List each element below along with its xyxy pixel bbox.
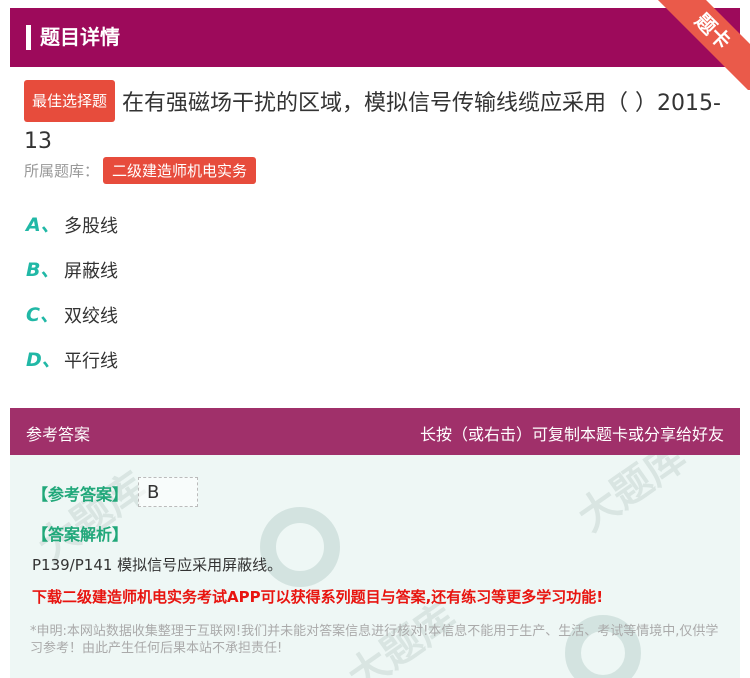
header-bar: 题目详情: [10, 8, 740, 67]
source-tag[interactable]: 二级建造师机电实务: [103, 157, 257, 184]
option-text: 平行线: [64, 351, 118, 372]
answer-body: 大题库 大题库 大题库 【参考答案】 B 【答案解析】 P139/P141 模拟…: [10, 455, 740, 678]
app-promo-link[interactable]: 下载二级建造师机电实务考试APP可以获得系列题目与答案,还有练习等更多学习功能!: [32, 586, 603, 607]
watermark-text: 大题库: [569, 455, 695, 541]
source-label: 所属题库：: [24, 162, 100, 180]
question-text: 在有强磁场干扰的区域，模拟信号传输线缆应采用（ ）2015-13: [24, 91, 721, 154]
option-text: 双绞线: [64, 306, 118, 327]
answer-value: B: [138, 477, 198, 507]
share-hint: 长按（或右击）可复制本题卡或分享给好友: [419, 425, 724, 444]
option-letter: B、: [26, 259, 60, 281]
explanation-label: 【答案解析】: [32, 525, 129, 544]
watermark-logo: [260, 507, 340, 587]
option-letter: A、: [26, 214, 60, 236]
option-d[interactable]: D、 平行线: [26, 345, 118, 390]
option-text: 屏蔽线: [64, 261, 118, 282]
answer-label: 【参考答案】: [32, 485, 129, 504]
question-type-badge: 最佳选择题: [24, 80, 116, 122]
option-b[interactable]: B、 屏蔽线: [26, 255, 118, 300]
corner-ribbon: 题卡: [650, 0, 750, 90]
explanation-text: P139/P141 模拟信号应采用屏蔽线。: [32, 556, 283, 574]
question-text-line: 最佳选择题 在有强磁场干扰的区域，模拟信号传输线缆应采用（ ）2015-13: [24, 80, 724, 161]
header-accent: [26, 25, 31, 50]
answer-header: 参考答案 长按（或右击）可复制本题卡或分享给好友: [10, 408, 740, 455]
options-list: A、 多股线 B、 屏蔽线 C、 双绞线 D、 平行线: [26, 210, 118, 390]
option-c[interactable]: C、 双绞线: [26, 300, 118, 345]
option-text: 多股线: [64, 216, 118, 237]
option-a[interactable]: A、 多股线: [26, 210, 118, 255]
option-letter: C、: [26, 304, 59, 326]
source-line: 所属题库： 二级建造师机电实务: [24, 157, 257, 184]
option-letter: D、: [26, 349, 61, 371]
page-title: 题目详情: [40, 25, 120, 49]
answer-section-title: 参考答案: [26, 425, 91, 444]
question-block: 最佳选择题 在有强磁场干扰的区域，模拟信号传输线缆应采用（ ）2015-13: [24, 80, 724, 161]
disclaimer: *申明:本网站数据收集整理于互联网!我们并未能对答案信息进行核对!本信息不能用于…: [30, 624, 719, 656]
ribbon-container: 题卡: [650, 0, 750, 90]
